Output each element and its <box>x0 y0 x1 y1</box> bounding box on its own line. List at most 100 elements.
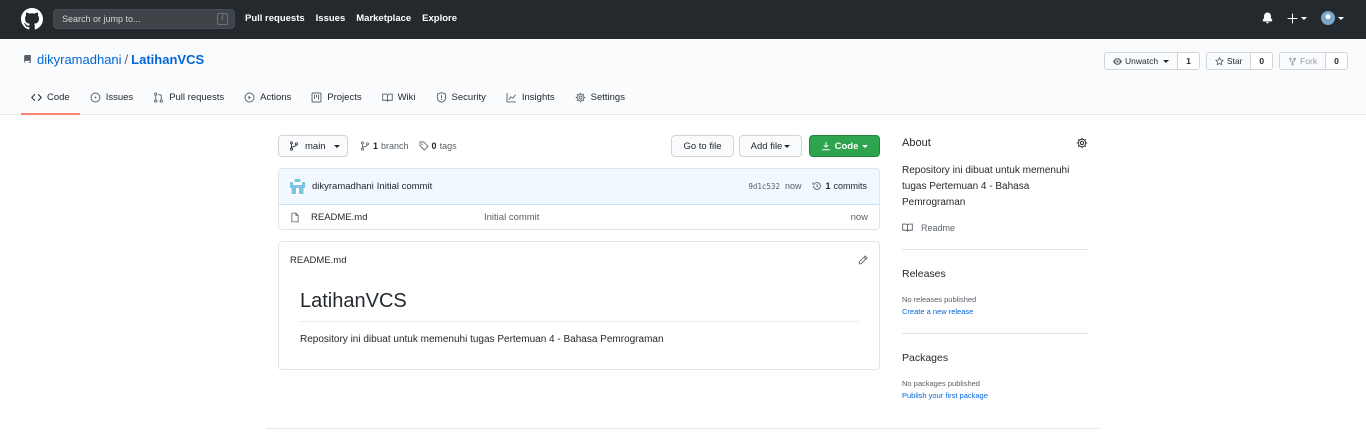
branch-meta: 1 branch 0 tags <box>360 141 457 151</box>
book-icon <box>381 93 393 102</box>
project-icon <box>311 92 322 103</box>
stars-count[interactable]: 0 <box>1251 53 1273 69</box>
eye-icon <box>1113 57 1122 65</box>
code-button-label: Code <box>834 140 859 152</box>
file-name-link[interactable]: README.md <box>311 212 367 223</box>
nav-pull-requests[interactable]: Pull requests <box>245 13 305 24</box>
go-to-file-button[interactable]: Go to file <box>671 135 734 157</box>
tab-actions[interactable]: Actions <box>234 82 301 115</box>
repo-icon <box>24 55 31 63</box>
shield-icon <box>436 92 446 103</box>
file-commit-message[interactable]: Initial commit <box>484 212 539 223</box>
readme-link[interactable]: Readme <box>902 222 955 233</box>
tab-security[interactable]: Security <box>426 82 496 115</box>
tab-pull-requests-label: Pull requests <box>169 92 225 103</box>
tab-code[interactable]: Code <box>21 82 80 115</box>
commits-history-link[interactable]: 1 commits <box>812 181 867 191</box>
global-nav: Pull requests Issues Marketplace Explore <box>245 13 457 24</box>
commits-count: 1 <box>825 181 831 191</box>
github-logo-icon[interactable] <box>21 8 43 30</box>
branches-link[interactable]: 1 branch <box>360 141 409 151</box>
file-browser: dikyramadhani Initial commit 9d1c532 now… <box>278 168 880 230</box>
sidebar-divider <box>902 249 1088 250</box>
releases-title: Releases <box>902 268 946 280</box>
nav-explore[interactable]: Explore <box>422 13 457 24</box>
commit-message-link[interactable]: Initial commit <box>377 181 432 192</box>
latest-commit-bar: dikyramadhani Initial commit 9d1c532 now… <box>279 169 879 205</box>
readme-filename: README.md <box>290 255 347 266</box>
tags-link[interactable]: 0 tags <box>419 141 457 151</box>
tag-count: 0 <box>431 141 437 151</box>
user-menu[interactable] <box>1321 11 1344 25</box>
file-icon <box>291 212 299 222</box>
chevron-down-icon <box>1163 59 1170 63</box>
tab-pull-requests[interactable]: Pull requests <box>143 82 234 115</box>
readme-divider <box>300 321 859 322</box>
tab-wiki[interactable]: Wiki <box>372 82 426 115</box>
file-row[interactable]: README.md Initial commit now <box>279 205 879 229</box>
tab-insights[interactable]: Insights <box>496 82 565 115</box>
header-actions <box>1262 11 1344 25</box>
tab-projects[interactable]: Projects <box>301 82 371 115</box>
fork-icon <box>1289 57 1297 65</box>
repo-tabs: Code Issues Pull requests Actions Projec… <box>21 82 635 115</box>
nav-marketplace[interactable]: Marketplace <box>356 13 411 24</box>
history-icon <box>812 182 822 190</box>
graph-icon <box>506 93 516 103</box>
chevron-down-icon <box>1301 16 1307 20</box>
unwatch-label: Unwatch <box>1125 56 1159 66</box>
create-new-menu[interactable] <box>1287 13 1307 24</box>
tab-projects-label: Projects <box>327 92 362 103</box>
gear-icon <box>575 92 585 103</box>
fork-button-group: Fork 0 <box>1279 52 1348 70</box>
create-release-link[interactable]: Create a new release <box>902 307 973 316</box>
tab-issues-label: Issues <box>105 92 134 103</box>
packages-empty-text: No packages published <box>902 379 980 388</box>
gear-icon[interactable] <box>1076 137 1088 149</box>
chevron-down-icon <box>862 144 869 148</box>
play-icon <box>244 92 255 103</box>
releases-empty-text: No releases published <box>902 295 977 304</box>
tab-settings[interactable]: Settings <box>565 82 635 115</box>
chevron-down-icon <box>1338 16 1344 20</box>
commit-author-link[interactable]: dikyramadhani <box>312 181 374 192</box>
tab-issues[interactable]: Issues <box>80 82 143 115</box>
code-button[interactable]: Code <box>809 135 880 157</box>
watchers-count[interactable]: 1 <box>1178 53 1199 69</box>
nav-issues[interactable]: Issues <box>316 13 346 24</box>
readme-panel: README.md LatihanVCS Repository ini dibu… <box>278 241 880 370</box>
chevron-down-icon <box>784 144 791 148</box>
repo-owner-link[interactable]: dikyramadhani <box>37 52 122 67</box>
repo-name-link[interactable]: LatihanVCS <box>131 52 204 67</box>
commit-sha-link[interactable]: 9d1c532 <box>748 182 780 191</box>
tab-security-label: Security <box>451 92 486 103</box>
global-header: Search or jump to... / Pull requests Iss… <box>0 0 1366 39</box>
avatar[interactable] <box>289 178 305 195</box>
commit-age: now <box>784 181 802 191</box>
search-placeholder: Search or jump to... <box>62 14 141 24</box>
bell-icon[interactable] <box>1262 12 1273 24</box>
search-input[interactable]: Search or jump to... / <box>53 9 235 29</box>
git-branch-icon <box>290 141 298 151</box>
code-icon <box>31 94 42 101</box>
repo-title-separator: / <box>124 52 129 67</box>
about-title: About <box>902 137 931 149</box>
about-description: Repository ini dibuat untuk memenuhi tug… <box>902 165 1070 208</box>
fork-button[interactable]: Fork <box>1280 53 1327 69</box>
pencil-icon[interactable] <box>858 255 868 265</box>
forks-count[interactable]: 0 <box>1326 53 1347 69</box>
readme-link-label: Readme <box>921 222 956 233</box>
branch-selector[interactable]: main <box>278 135 348 157</box>
star-label: Star <box>1226 56 1243 66</box>
book-icon <box>902 223 913 232</box>
star-button-group: Star 0 <box>1205 52 1274 70</box>
file-age: now <box>850 212 868 223</box>
tab-settings-label: Settings <box>590 92 625 103</box>
pull-request-icon <box>154 92 164 103</box>
add-file-label: Add file <box>750 140 783 152</box>
tab-actions-label: Actions <box>260 92 292 103</box>
unwatch-button[interactable]: Unwatch <box>1105 53 1179 69</box>
publish-package-link[interactable]: Publish your first package <box>902 391 988 400</box>
add-file-button[interactable]: Add file <box>739 135 802 157</box>
star-button[interactable]: Star <box>1206 53 1252 69</box>
